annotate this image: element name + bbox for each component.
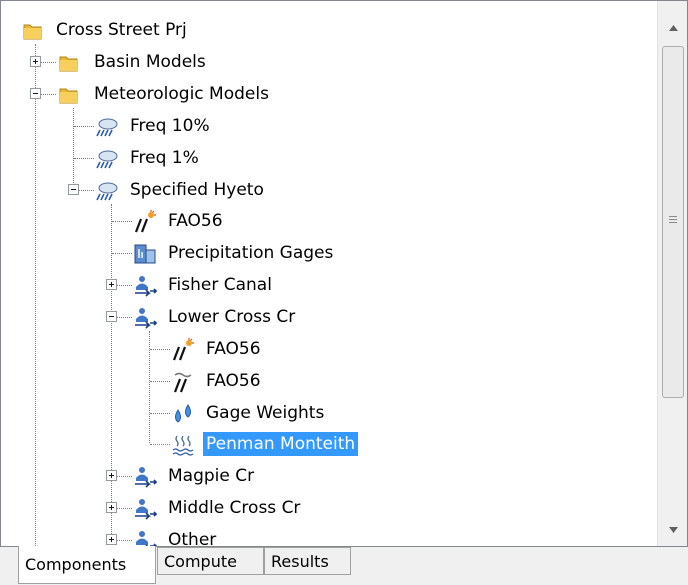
tree-item-fisher-canal[interactable]: Fisher Canal bbox=[1, 270, 656, 300]
tree-item-label: Gage Weights bbox=[206, 403, 325, 423]
meteorologic-model-icon bbox=[96, 182, 118, 201]
scroll-down-button[interactable] bbox=[658, 516, 687, 546]
tree-item-label: Middle Cross Cr bbox=[168, 498, 301, 518]
expand-icon[interactable] bbox=[106, 279, 117, 290]
tree-item-label: Other bbox=[168, 530, 217, 546]
tree-item-fao56-shortwave[interactable]: FAO56 bbox=[1, 334, 656, 364]
vertical-scrollbar[interactable] bbox=[657, 1, 687, 546]
scroll-up-button[interactable] bbox=[658, 14, 687, 44]
tree-item-label: Magpie Cr bbox=[168, 466, 255, 486]
grip-icon bbox=[669, 216, 677, 225]
subbasin-icon bbox=[135, 308, 157, 329]
tree-item-fao56-shortwave[interactable]: FAO56 bbox=[1, 206, 656, 236]
expand-icon[interactable] bbox=[106, 534, 117, 545]
tree-item-label: Meteorologic Models bbox=[94, 84, 269, 104]
subbasin-icon bbox=[135, 276, 157, 297]
tree-item-meteorologic-models[interactable]: Meteorologic Models bbox=[1, 79, 656, 109]
tree-item-label: FAO56 bbox=[206, 339, 261, 359]
subbasin-icon bbox=[135, 467, 157, 488]
expand-icon[interactable] bbox=[106, 502, 117, 513]
tree-item-label: Freq 1% bbox=[130, 148, 199, 168]
meteorologic-model-icon bbox=[96, 118, 118, 137]
tree-item-freq-1[interactable]: Freq 1% bbox=[1, 143, 656, 173]
tab-bar: Components Compute Results bbox=[0, 546, 688, 585]
shortwave-radiation-icon bbox=[172, 338, 194, 361]
tree-item-label: Specified Hyeto bbox=[130, 180, 264, 200]
tree-item-label: FAO56 bbox=[206, 371, 261, 391]
collapse-icon[interactable] bbox=[68, 184, 79, 195]
tab-results[interactable]: Results bbox=[264, 547, 351, 575]
tree-item-cross-street-prj[interactable]: Cross Street Prj bbox=[1, 15, 656, 45]
tree-item-specified-hyeto[interactable]: Specified Hyeto bbox=[1, 175, 656, 205]
tree-item-fao56-longwave[interactable]: FAO56 bbox=[1, 366, 656, 396]
arrow-down-icon bbox=[668, 527, 678, 533]
precipitation-gages-icon bbox=[134, 244, 156, 264]
tab-compute[interactable]: Compute bbox=[157, 547, 264, 575]
evapotranspiration-icon bbox=[172, 435, 194, 456]
expand-icon[interactable] bbox=[30, 56, 41, 67]
longwave-radiation-icon bbox=[173, 372, 192, 393]
tree-item-gage-weights[interactable]: Gage Weights bbox=[1, 398, 656, 428]
arrow-up-icon bbox=[668, 25, 678, 31]
gage-weights-icon bbox=[175, 404, 191, 423]
tree-item-label: FAO56 bbox=[168, 211, 223, 231]
tree-item-penman-monteith[interactable]: Penman Monteith bbox=[1, 429, 656, 459]
tree-item-freq-10[interactable]: Freq 10% bbox=[1, 111, 656, 141]
tree-item-middle-cross-cr[interactable]: Middle Cross Cr bbox=[1, 493, 656, 523]
collapse-icon[interactable] bbox=[106, 311, 117, 322]
tree-item-label: Lower Cross Cr bbox=[168, 307, 296, 327]
component-tree: Cross Street Prj Basin Models Meteorolog… bbox=[1, 1, 656, 546]
tab-components[interactable]: Components bbox=[18, 546, 156, 584]
scrollbar-thumb[interactable] bbox=[662, 46, 684, 398]
tree-item-label: Freq 10% bbox=[130, 116, 210, 136]
tree-item-lower-cross-cr[interactable]: Lower Cross Cr bbox=[1, 302, 656, 332]
expand-icon[interactable] bbox=[106, 470, 117, 481]
tree-item-precipitation-gages[interactable]: Precipitation Gages bbox=[1, 238, 656, 268]
folder-icon bbox=[59, 88, 78, 104]
subbasin-icon bbox=[135, 499, 157, 520]
tree-item-other[interactable]: Other bbox=[1, 525, 656, 546]
tree-item-basin-models[interactable]: Basin Models bbox=[1, 47, 656, 77]
tree-item-label: Basin Models bbox=[94, 52, 206, 72]
watershed-explorer-panel: Cross Street Prj Basin Models Meteorolog… bbox=[0, 0, 688, 547]
tree-item-label: Precipitation Gages bbox=[168, 243, 334, 263]
collapse-icon[interactable] bbox=[30, 88, 41, 99]
tree-item-label: Cross Street Prj bbox=[56, 20, 187, 40]
tree-item-magpie-cr[interactable]: Magpie Cr bbox=[1, 461, 656, 491]
tree-item-label: Fisher Canal bbox=[168, 275, 272, 295]
meteorologic-model-icon bbox=[96, 150, 118, 169]
subbasin-icon bbox=[136, 531, 157, 546]
shortwave-radiation-icon bbox=[134, 210, 156, 233]
folder-icon bbox=[23, 24, 42, 40]
tree-item-label: Penman Monteith bbox=[203, 432, 359, 456]
folder-icon bbox=[59, 56, 78, 72]
